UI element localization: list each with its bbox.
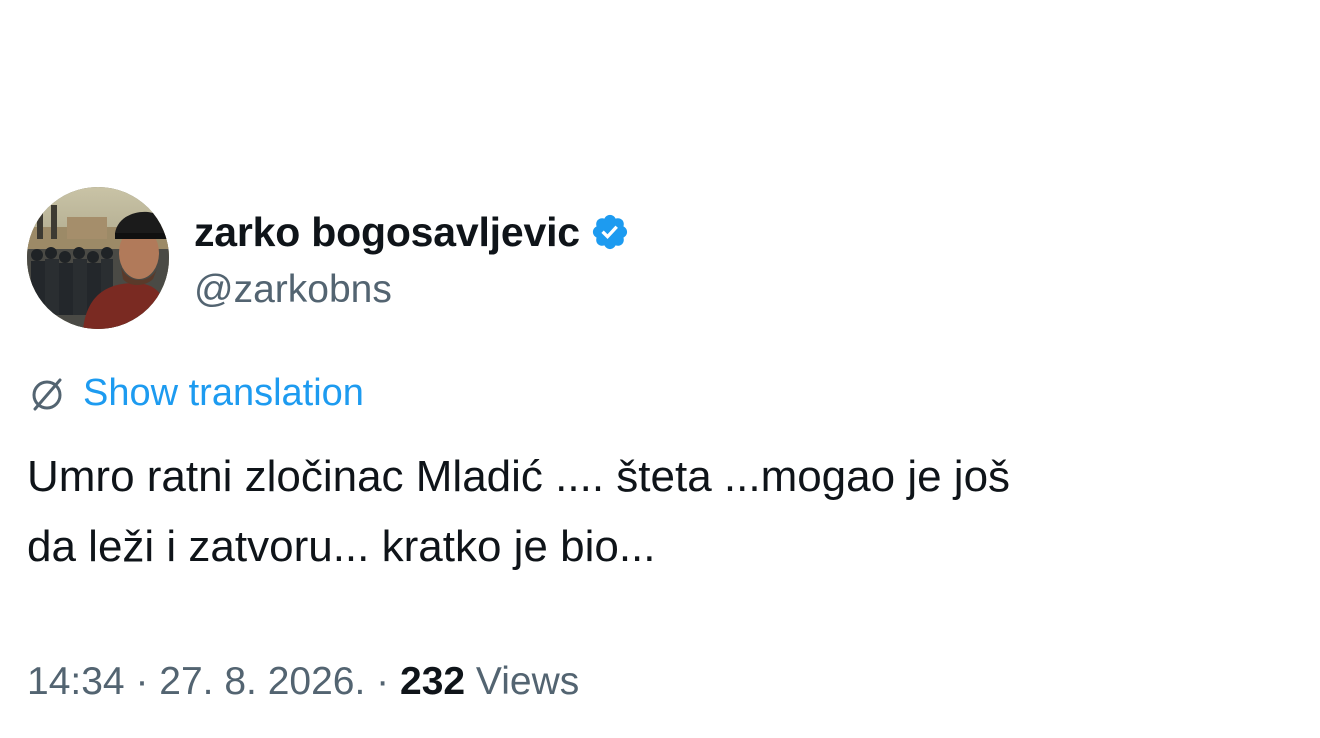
footer-separator: ·: [376, 660, 390, 703]
show-translation-label[interactable]: Show translation: [83, 372, 364, 415]
tweet-text: Umro ratni zločinac Mladić .... šteta ..…: [27, 452, 1011, 571]
tweet-card: zarko bogosavljevic @zarkobns Show trans…: [0, 0, 1320, 738]
name-row: zarko bogosavljevic: [194, 204, 630, 260]
user-meta: zarko bogosavljevic @zarkobns: [194, 204, 630, 312]
show-translation-button[interactable]: Show translation: [27, 372, 364, 415]
views-label[interactable]: Views: [476, 660, 579, 703]
globe-translate-icon: [27, 374, 67, 414]
verified-badge-icon[interactable]: [590, 212, 630, 252]
tweet-header: zarko bogosavljevic @zarkobns: [27, 187, 630, 329]
tweet-date[interactable]: 27. 8. 2026.: [159, 660, 365, 703]
avatar[interactable]: [27, 187, 169, 329]
tweet-footer: 14:34 · 27. 8. 2026. · 232 Views: [27, 660, 579, 704]
footer-separator: ·: [135, 660, 149, 703]
avatar-image: [27, 187, 169, 329]
tweet-time[interactable]: 14:34: [27, 660, 125, 703]
user-handle[interactable]: @zarkobns: [194, 268, 630, 312]
display-name[interactable]: zarko bogosavljevic: [194, 209, 580, 256]
views-count[interactable]: 232: [400, 660, 465, 703]
